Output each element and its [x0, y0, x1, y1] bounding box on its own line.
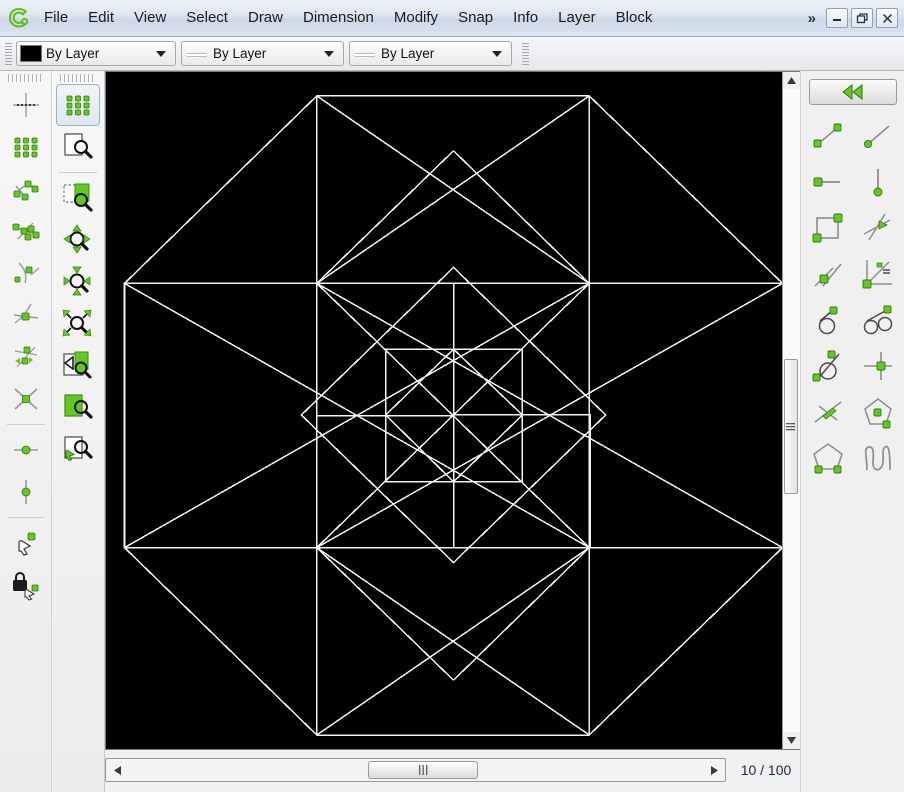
line-freehand-icon[interactable] [853, 435, 903, 481]
line-type-icon [353, 47, 377, 61]
scroll-right-button[interactable] [703, 759, 725, 781]
pen-color-combo[interactable]: By Layer [16, 41, 176, 66]
draw-tool-grid [803, 113, 903, 481]
horizontal-scroll-track[interactable] [128, 759, 703, 781]
page-indicator: 10 / 100 [740, 762, 792, 778]
zoom-page-icon[interactable] [56, 387, 100, 429]
toolbar-grip-icon[interactable] [7, 74, 44, 82]
close-button[interactable] [876, 8, 898, 28]
pen-color-label: By Layer [46, 46, 100, 61]
zoom-auto-icon[interactable] [56, 303, 100, 345]
grid-toggle-icon[interactable] [56, 84, 100, 126]
zoom-window-icon[interactable] [56, 177, 100, 219]
draw-toolbar [800, 71, 904, 792]
librecad-logo-icon [4, 3, 34, 33]
menu-view[interactable]: View [124, 4, 176, 32]
line-orthogonal-icon[interactable] [853, 343, 903, 389]
drawing-area: 10 / 100 [105, 71, 800, 792]
scroll-up-button[interactable] [782, 72, 800, 89]
restrict-horizontal-icon[interactable] [4, 429, 48, 471]
line-parallel-icon[interactable] [803, 251, 853, 297]
toolbar-grip-icon[interactable] [60, 74, 96, 82]
restore-button[interactable] [851, 8, 873, 28]
snap-free-icon[interactable] [4, 84, 48, 126]
chevron-down-icon[interactable] [156, 50, 166, 57]
color-swatch-icon [20, 45, 42, 62]
snap-endpoint-icon[interactable] [4, 168, 48, 210]
pen-width-label: By Layer [213, 46, 267, 61]
left-toolbars [0, 71, 105, 792]
cad-drawing-canvas[interactable] [105, 71, 800, 750]
scroll-down-button[interactable] [782, 732, 800, 749]
zoom-toolbar [52, 71, 105, 792]
toolbar-grip-icon[interactable] [5, 42, 12, 65]
cad-geometry [123, 95, 784, 736]
toolbar-separator [6, 424, 45, 425]
line-tangent-2circles-icon[interactable] [853, 297, 903, 343]
status-bar: 10 / 100 [105, 758, 800, 782]
line-relative-angle-icon[interactable] [853, 251, 903, 297]
scroll-left-button[interactable] [106, 759, 128, 781]
back-button[interactable] [808, 79, 897, 105]
menu-select[interactable]: Select [176, 4, 238, 32]
zoom-pan-icon[interactable] [56, 429, 100, 471]
vertical-scrollbar[interactable] [782, 72, 800, 749]
vertical-scroll-track[interactable] [782, 89, 800, 732]
pen-linetype-combo[interactable]: By Layer [349, 41, 512, 66]
horizontal-scrollbar[interactable] [105, 758, 726, 782]
restrict-vertical-icon[interactable] [4, 471, 48, 513]
toolbar-grip-icon[interactable] [522, 42, 529, 65]
chevron-down-icon[interactable] [492, 50, 502, 57]
snap-toolbar [0, 71, 52, 792]
line-polygon-corners-icon[interactable] [803, 435, 853, 481]
zoom-in-icon[interactable] [56, 219, 100, 261]
menu-modify[interactable]: Modify [384, 4, 448, 32]
line-2points-icon[interactable] [803, 113, 853, 159]
menu-layer[interactable]: Layer [548, 4, 606, 32]
line-width-icon [185, 47, 209, 61]
toolbar-separator [6, 517, 45, 518]
line-rectangle-icon[interactable] [803, 205, 853, 251]
line-angle-icon[interactable] [853, 113, 903, 159]
menu-dimension[interactable]: Dimension [293, 4, 384, 32]
menu-bar: File Edit View Select Draw Dimension Mod… [0, 0, 904, 37]
line-bisector-icon[interactable] [853, 205, 903, 251]
horizontal-scroll-thumb[interactable] [368, 761, 478, 779]
snap-middle-icon[interactable] [4, 294, 48, 336]
menu-overflow-icon[interactable]: » [798, 10, 826, 27]
property-toolbar: By Layer By Layer By Layer [0, 37, 904, 71]
pen-width-combo[interactable]: By Layer [181, 41, 344, 66]
snap-center-icon[interactable] [4, 252, 48, 294]
line-horizontal-icon[interactable] [803, 159, 853, 205]
menu-edit[interactable]: Edit [78, 4, 124, 32]
menu-block[interactable]: Block [606, 4, 663, 32]
snap-intersection-icon[interactable] [4, 378, 48, 420]
minimize-button[interactable] [826, 8, 848, 28]
zoom-previous-icon[interactable] [56, 345, 100, 387]
line-vertical-icon[interactable] [853, 159, 903, 205]
snap-distance-icon[interactable] [4, 336, 48, 378]
menu-file[interactable]: File [34, 4, 78, 32]
zoom-out-icon[interactable] [56, 261, 100, 303]
menu-snap[interactable]: Snap [448, 4, 503, 32]
vertical-scroll-thumb[interactable] [783, 359, 798, 494]
pen-linetype-label: By Layer [381, 46, 435, 61]
menu-info[interactable]: Info [503, 4, 548, 32]
chevron-down-icon[interactable] [324, 50, 334, 57]
line-parallel-through-icon[interactable] [803, 389, 853, 435]
menu-list: File Edit View Select Draw Dimension Mod… [34, 0, 662, 36]
snap-grid-icon[interactable] [4, 126, 48, 168]
menu-draw[interactable]: Draw [238, 4, 293, 32]
zoom-redraw-icon[interactable] [56, 126, 100, 168]
lock-relative-zero-icon[interactable] [4, 564, 48, 606]
relative-zero-icon[interactable] [4, 522, 48, 564]
line-polygon-center-icon[interactable] [853, 389, 903, 435]
line-tangent-point-icon[interactable] [803, 297, 853, 343]
snap-entity-icon[interactable] [4, 210, 48, 252]
line-orthogonal-tangent-icon[interactable] [803, 343, 853, 389]
toolbar-separator [59, 172, 97, 173]
